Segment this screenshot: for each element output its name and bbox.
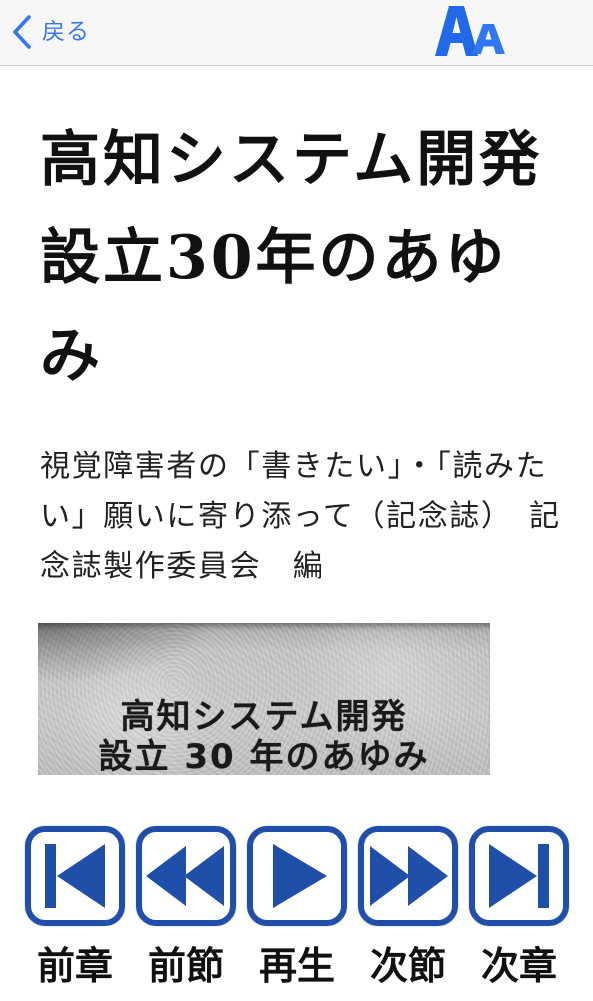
text-size-icon bbox=[435, 6, 505, 56]
next-chapter-icon bbox=[489, 844, 549, 908]
book-subtitle: 視覚障害者の「書きたい」・「読みたい」願いに寄り添って（記念誌） 記念誌製作委員… bbox=[40, 449, 561, 584]
previous-chapter-label: 前章 bbox=[36, 944, 113, 988]
previous-section-button[interactable] bbox=[136, 826, 236, 926]
text-size-button[interactable] bbox=[430, 2, 510, 62]
play-label: 再生 bbox=[258, 944, 335, 988]
next-section-button[interactable] bbox=[358, 826, 458, 926]
back-button-label: 戻る bbox=[42, 19, 90, 45]
cover-image: 高知システム開発 設立 30 年のあゆみ bbox=[38, 623, 490, 775]
play-icon bbox=[273, 844, 327, 908]
next-chapter-button[interactable] bbox=[469, 826, 569, 926]
cover-title-line-2: 設立 30 年のあゆみ bbox=[98, 737, 430, 775]
previous-section-icon bbox=[146, 846, 224, 906]
previous-chapter-icon bbox=[45, 844, 105, 908]
cover-title-line-1: 高知システム開発 bbox=[120, 697, 408, 737]
back-button[interactable]: 戻る bbox=[10, 14, 90, 50]
navigation-bar: 戻る bbox=[0, 0, 593, 66]
play-button[interactable] bbox=[247, 826, 347, 926]
book-title: 高知システム開発設立30年のあゆみ bbox=[40, 125, 543, 391]
next-section-icon bbox=[370, 846, 448, 906]
playback-control-labels: 前章 前節 再生 次節 次章 bbox=[25, 942, 569, 990]
chevron-left-icon bbox=[13, 15, 31, 49]
next-section-label: 次節 bbox=[369, 944, 446, 988]
previous-chapter-button[interactable] bbox=[25, 826, 125, 926]
next-chapter-label: 次章 bbox=[480, 944, 557, 988]
previous-section-label: 前節 bbox=[147, 944, 224, 988]
playback-controls bbox=[25, 826, 569, 926]
